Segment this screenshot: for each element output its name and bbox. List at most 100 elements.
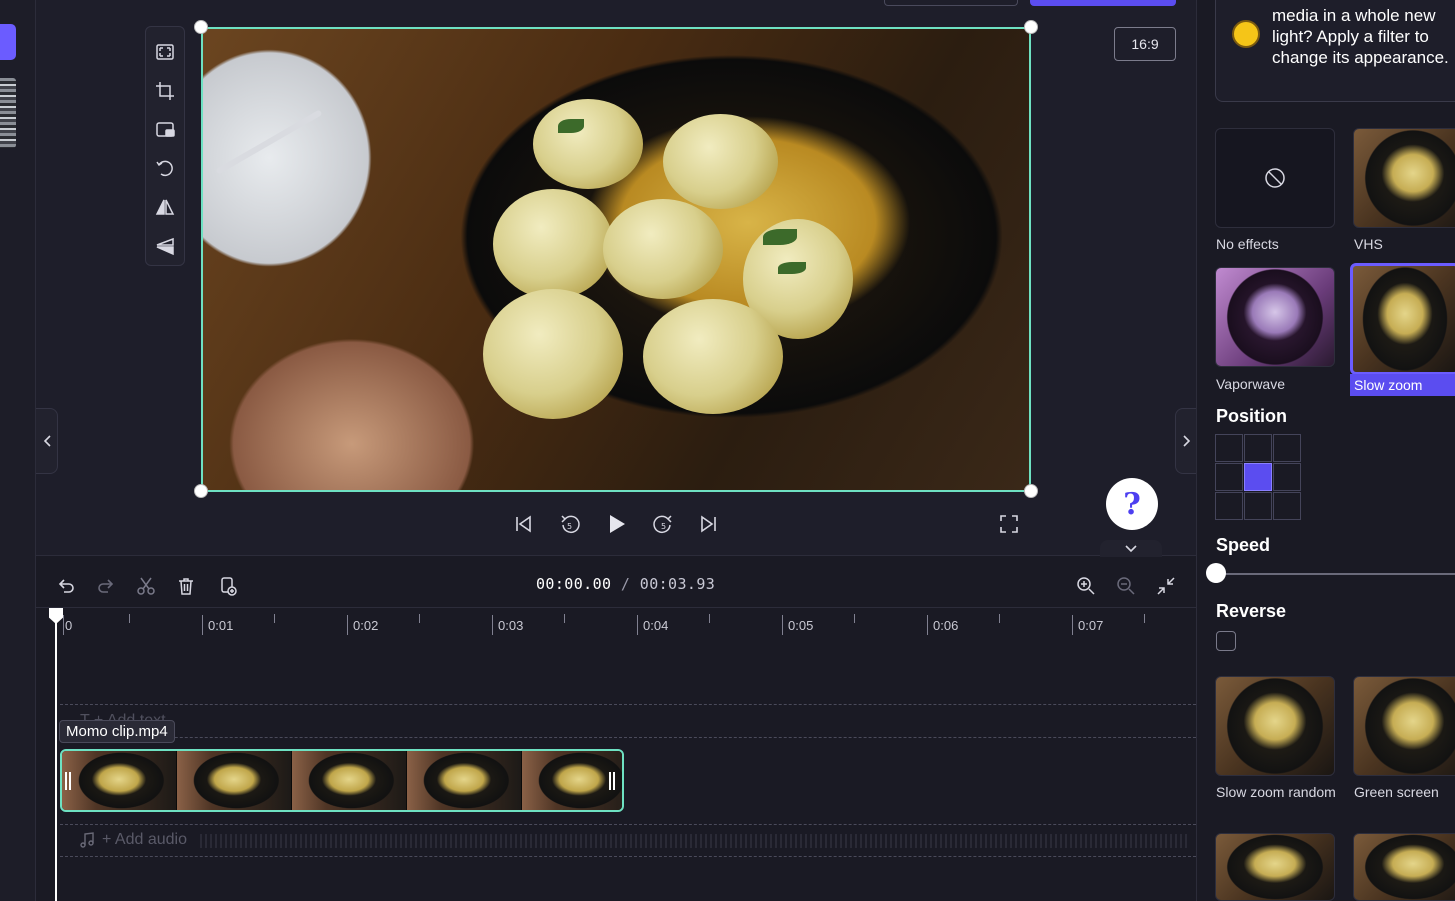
no-effects-icon: [1265, 168, 1285, 188]
forward-5-button[interactable]: 5: [646, 507, 680, 541]
rewind-5-icon: 5: [560, 515, 580, 534]
resize-handle-bottom-right[interactable]: [1024, 484, 1038, 498]
position-title: Position: [1216, 406, 1287, 426]
zoom-out-button[interactable]: [1112, 572, 1140, 600]
effect-card-more[interactable]: [1353, 833, 1455, 901]
flip-horizontal-icon: [155, 199, 175, 215]
help-button[interactable]: ?: [1106, 478, 1158, 530]
ruler-tick: [492, 615, 493, 635]
undo-button[interactable]: [52, 572, 80, 600]
delete-icon: [179, 578, 193, 595]
toggle-left-panel-button[interactable]: [36, 408, 58, 474]
left-sidebar-active-item[interactable]: [0, 24, 16, 60]
effect-card-green-screen[interactable]: [1353, 676, 1455, 776]
video-content-dumpling: [493, 189, 613, 299]
clip-frame-thumbnail: [177, 751, 292, 810]
audio-track-bottom-border: [60, 856, 1196, 857]
resize-handle-top-right[interactable]: [1024, 20, 1038, 34]
crop-icon: [156, 82, 174, 100]
effect-card-slow-zoom[interactable]: [1350, 263, 1455, 375]
reverse-checkbox[interactable]: [1216, 631, 1236, 651]
position-cell-bottom-center[interactable]: [1244, 492, 1272, 520]
collapse-timeline-button[interactable]: [1100, 540, 1162, 558]
toggle-right-panel-button[interactable]: [1175, 408, 1197, 474]
timeline: [36, 557, 1196, 901]
position-cell-center[interactable]: [1244, 463, 1272, 491]
chevron-down-icon: [1125, 545, 1137, 553]
resize-handle-top-left[interactable]: [194, 20, 208, 34]
crop-button[interactable]: [150, 72, 180, 111]
play-icon: [610, 515, 625, 533]
left-sidebar-media-thumbnail[interactable]: [0, 78, 16, 148]
skip-to-start-button[interactable]: [506, 507, 540, 541]
timeline-video-clip[interactable]: [60, 749, 624, 812]
add-audio-label: + Add audio: [102, 831, 187, 848]
position-cell-top-left[interactable]: [1215, 434, 1243, 462]
position-cell-middle-left[interactable]: [1215, 463, 1243, 491]
fit-timeline-button[interactable]: [1152, 572, 1180, 600]
video-content-herb: [778, 262, 806, 274]
reverse-title: Reverse: [1216, 601, 1287, 621]
redo-icon: [98, 579, 114, 593]
position-cell-top-right[interactable]: [1273, 434, 1301, 462]
rotate-button[interactable]: [150, 149, 180, 188]
chevron-right-icon: [1182, 435, 1190, 447]
split-button[interactable]: [132, 572, 160, 600]
duplicate-button[interactable]: [214, 572, 242, 600]
skip-to-end-button[interactable]: [692, 507, 726, 541]
video-preview[interactable]: [201, 27, 1031, 492]
ruler-tick: [782, 615, 783, 635]
add-audio-track[interactable]: + Add audio: [80, 831, 187, 849]
top-export-button-edge[interactable]: [1030, 0, 1176, 6]
fullscreen-button[interactable]: [996, 511, 1022, 537]
fit-timeline-icon: [1157, 577, 1175, 595]
video-content-herb: [558, 119, 584, 133]
video-content-dumpling: [603, 199, 723, 299]
position-grid: [1215, 434, 1301, 520]
clip-trim-handle-left[interactable]: [62, 749, 74, 812]
position-cell-bottom-right[interactable]: [1273, 492, 1301, 520]
effect-card-vhs[interactable]: [1353, 128, 1455, 228]
ruler-tick: [564, 614, 565, 623]
duplicate-icon: [221, 577, 237, 596]
speed-slider-track[interactable]: [1216, 573, 1455, 575]
resize-handle-bottom-left[interactable]: [194, 484, 208, 498]
video-content-dumpling: [643, 299, 783, 414]
effect-label-vhs: VHS: [1354, 236, 1383, 252]
tip-text: media in a whole new light? Apply a filt…: [1272, 6, 1449, 67]
audio-track-waveform: [200, 834, 1190, 848]
ruler-tick: [347, 615, 348, 635]
aspect-ratio-label: 16:9: [1131, 36, 1159, 52]
effect-card-more[interactable]: [1215, 833, 1335, 901]
ruler-label: 0:04: [643, 618, 669, 633]
playhead[interactable]: [55, 620, 57, 901]
position-cell-middle-right[interactable]: [1273, 463, 1301, 491]
video-content-herb: [763, 229, 797, 245]
clip-trim-handle-right[interactable]: [606, 749, 618, 812]
effect-card-slow-zoom-random[interactable]: [1215, 676, 1335, 776]
timeline-ruler[interactable]: 0 0:01 0:02 0:03 0:04 0:05 0:06 0:07: [56, 612, 1196, 636]
ruler-label: 0:01: [208, 618, 234, 633]
flip-horizontal-button[interactable]: [150, 188, 180, 227]
speed-slider-thumb[interactable]: [1206, 563, 1226, 583]
clip-frame-thumbnail: [292, 751, 407, 810]
aspect-ratio-button[interactable]: 16:9: [1114, 27, 1176, 61]
redo-button[interactable]: [92, 572, 120, 600]
music-note-icon: [80, 832, 94, 848]
delete-button[interactable]: [172, 572, 200, 600]
flip-vertical-button[interactable]: [150, 226, 180, 265]
speed-title: Speed: [1216, 535, 1271, 555]
preview-side-toolbar: [145, 26, 185, 266]
fit-button[interactable]: [150, 33, 180, 72]
effect-card-vaporwave[interactable]: [1215, 267, 1335, 367]
clip-name-tooltip: Momo clip.mp4: [59, 720, 175, 743]
effect-card-no-effects[interactable]: [1215, 128, 1335, 228]
top-export-option-tab[interactable]: [884, 0, 1018, 6]
flip-vertical-icon: [156, 237, 174, 255]
rewind-5-button[interactable]: 5: [553, 507, 587, 541]
play-button[interactable]: [599, 507, 633, 541]
picture-in-picture-button[interactable]: [150, 110, 180, 149]
position-cell-top-center[interactable]: [1244, 434, 1272, 462]
position-cell-bottom-left[interactable]: [1215, 492, 1243, 520]
zoom-in-button[interactable]: [1072, 572, 1100, 600]
